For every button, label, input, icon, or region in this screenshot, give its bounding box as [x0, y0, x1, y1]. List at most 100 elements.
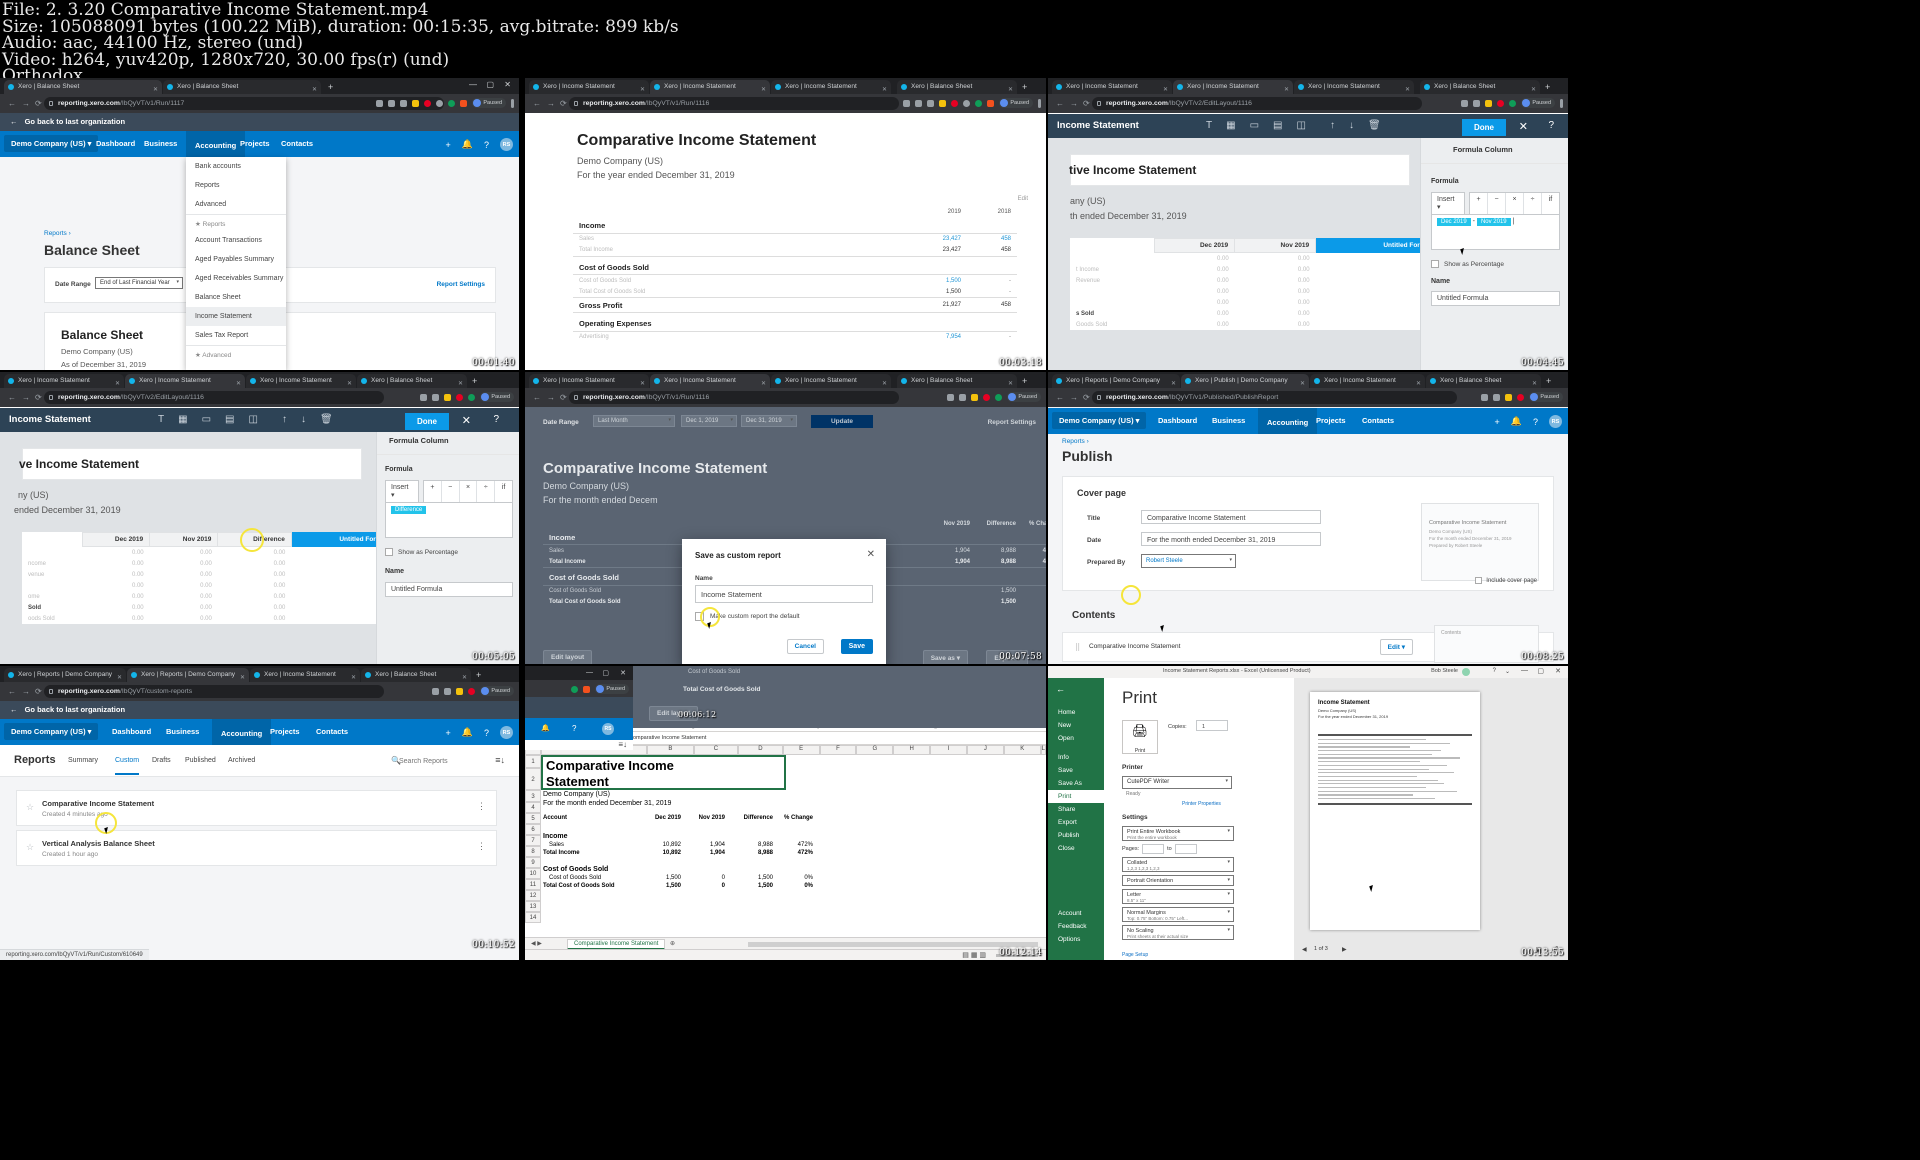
extension-icon-3[interactable]	[951, 100, 958, 107]
list-item[interactable]: ☆ Vertical Analysis Balance Sheet Create…	[16, 830, 497, 866]
next-page-icon[interactable]: ▶	[1342, 946, 1347, 953]
backstage-publish[interactable]: Publish	[1048, 829, 1104, 842]
setting-print-range[interactable]: Print Entire Workbook Print the entire w…	[1122, 826, 1234, 841]
maximize-button[interactable]: ▢	[486, 80, 494, 89]
thumbnail-panel-3[interactable]: Xero | Income Statement ✕ Xero | Income …	[1048, 78, 1568, 370]
extension-icon-2[interactable]	[939, 100, 946, 107]
browser-tab[interactable]: Xero | Income Statement ✕	[250, 668, 360, 682]
edit-layout-button[interactable]: Edit layout	[543, 650, 592, 664]
op-multiply[interactable]: ×	[1505, 193, 1523, 214]
breadcrumb-reports[interactable]: Reports	[44, 230, 67, 237]
pages-to-input[interactable]	[1175, 844, 1197, 854]
address-bar[interactable]: reporting.xero.com/IbQyVT/v1/Published/P…	[1092, 391, 1457, 404]
op-multiply[interactable]: ×	[459, 481, 477, 502]
sort-icon[interactable]: ≡↓	[618, 740, 627, 749]
report-settings-link[interactable]: Report Settings	[988, 419, 1036, 426]
bookmark-star-icon[interactable]	[444, 688, 451, 695]
cell-d8[interactable]: 8,988	[725, 842, 773, 848]
close-icon[interactable]: ✕	[1284, 83, 1289, 94]
extension-icon-1[interactable]	[456, 688, 463, 695]
cell-d13[interactable]: 1,500	[725, 883, 773, 889]
col-header-k[interactable]: K	[1004, 745, 1041, 755]
extension-icon-2[interactable]	[412, 100, 419, 107]
tab-published[interactable]: Published	[185, 757, 216, 764]
nav-dashboard[interactable]: Dashboard	[1158, 416, 1197, 425]
new-tab-button[interactable]: +	[328, 80, 333, 94]
extension-icon-2[interactable]	[468, 688, 475, 695]
col-header-i[interactable]: I	[930, 745, 967, 755]
backstage-open[interactable]: Open	[1048, 732, 1104, 745]
print-button[interactable]: 🖨 Print	[1122, 720, 1158, 754]
help-icon[interactable]: ?	[484, 728, 489, 738]
browser-tab[interactable]: Xero | Balance Sheet ✕	[163, 80, 321, 94]
dialog-close-icon[interactable]: ✕	[867, 549, 875, 560]
row-header[interactable]: 10	[525, 868, 541, 879]
browser-tab[interactable]: Xero | Publish | Demo Company ✕	[1181, 374, 1309, 388]
save-custom-report-dialog[interactable]: Save as custom report ✕ Name Income Stat…	[682, 539, 886, 664]
reload-icon[interactable]: ⟳	[35, 99, 42, 108]
new-tab-button[interactable]: +	[1022, 374, 1027, 388]
title-block[interactable]: tive Income Statement	[1070, 154, 1410, 186]
menu-item-reports[interactable]: Reports	[186, 176, 286, 195]
sheet-nav-icons[interactable]: ◀ ▶	[531, 940, 542, 947]
browser-tab[interactable]: Xero | Income Statement ✕	[650, 80, 770, 94]
columns-tool-icon[interactable]: ◫	[1296, 120, 1305, 131]
backstage-export[interactable]: Export	[1048, 816, 1104, 829]
zoom-icon[interactable]	[903, 100, 910, 107]
forward-icon[interactable]: →	[547, 99, 555, 108]
op-if[interactable]: if	[1541, 193, 1559, 214]
cell-a8[interactable]: Sales	[543, 842, 635, 848]
kebab-menu-icon[interactable]	[511, 99, 514, 108]
close-icon[interactable]: ✕	[312, 83, 317, 94]
thumbnail-panel-6[interactable]: Xero | Reports | Demo Company ✕ Xero | P…	[1048, 372, 1568, 664]
row-value[interactable]: 23,427	[907, 233, 967, 245]
bookmark-star-icon[interactable]	[388, 100, 395, 107]
zoom-icon[interactable]	[947, 394, 954, 401]
split-tool-icon[interactable]: ▤	[1273, 120, 1282, 131]
text-tool-icon[interactable]: T	[1206, 120, 1212, 131]
bookmark-star-icon[interactable]	[959, 394, 966, 401]
close-icon[interactable]: ✕	[640, 83, 645, 94]
maximize-button[interactable]: ▢	[602, 669, 609, 677]
reload-icon[interactable]: ⟳	[1083, 99, 1090, 108]
backstage-new[interactable]: New	[1048, 719, 1104, 732]
search-input[interactable]	[399, 755, 479, 768]
col-header-f[interactable]: F	[820, 745, 857, 755]
kebab-menu-icon[interactable]: ⋮	[477, 801, 486, 812]
close-icon[interactable]: ✕	[1531, 83, 1536, 94]
nav-contacts[interactable]: Contacts	[316, 727, 348, 736]
drag-handle-icon[interactable]: ⣿	[1075, 643, 1080, 651]
cell-a12[interactable]: Cost of Goods Sold	[543, 875, 635, 881]
menu-item-balance-sheet[interactable]: Balance Sheet	[186, 288, 286, 307]
accounting-dropdown-menu[interactable]: Bank accounts Reports Advanced ★ Reports…	[186, 157, 286, 370]
bell-icon[interactable]: 🔔	[1511, 416, 1522, 427]
help-icon[interactable]: ?	[572, 724, 576, 733]
col-header-c[interactable]: C	[694, 745, 739, 755]
browser-tab[interactable]: Xero | Balance Sheet ✕	[897, 374, 1017, 388]
forward-icon[interactable]: →	[547, 393, 555, 402]
help-icon[interactable]: ?	[1493, 668, 1496, 674]
new-tab-button[interactable]: +	[1546, 374, 1551, 388]
nav-projects[interactable]: Projects	[1316, 416, 1346, 425]
thumbnail-panel-5[interactable]: Xero | Income Statement ✕ Xero | Income …	[525, 372, 1046, 664]
save-button[interactable]: Save	[841, 639, 873, 654]
columns-tool-icon[interactable]: ◫	[248, 414, 257, 425]
back-icon[interactable]: ←	[533, 99, 541, 108]
kebab-menu-icon[interactable]	[1038, 99, 1041, 108]
row-value[interactable]: 458	[967, 233, 1017, 245]
menu-item-sales-tax-report[interactable]: Sales Tax Report	[186, 326, 286, 345]
list-item[interactable]: ☆ Comparative Income Statement Created 4…	[16, 790, 497, 826]
table-tool-icon[interactable]: ▦	[1226, 120, 1235, 131]
org-selector[interactable]: Demo Company (US) ▾	[1052, 412, 1146, 429]
split-tool-icon[interactable]: ▤	[225, 414, 234, 425]
extension-icon-2[interactable]	[583, 686, 590, 693]
cell-a3[interactable]: For the month ended December 31, 2019	[543, 800, 813, 807]
menu-item-aged-payables[interactable]: Aged Payables Summary	[186, 250, 286, 269]
browser-tab[interactable]: Xero | Income Statement ✕	[1052, 80, 1172, 94]
close-icon[interactable]: ✕	[115, 377, 120, 388]
profile-paused-chip[interactable]: Paused	[1007, 392, 1041, 402]
profile-paused-chip[interactable]: Paused	[999, 98, 1033, 108]
title-input[interactable]: Comparative Income Statement	[1141, 510, 1321, 524]
col-header-b[interactable]: B	[647, 745, 694, 755]
date-range-select[interactable]: End of Last Financial Year	[95, 277, 183, 289]
